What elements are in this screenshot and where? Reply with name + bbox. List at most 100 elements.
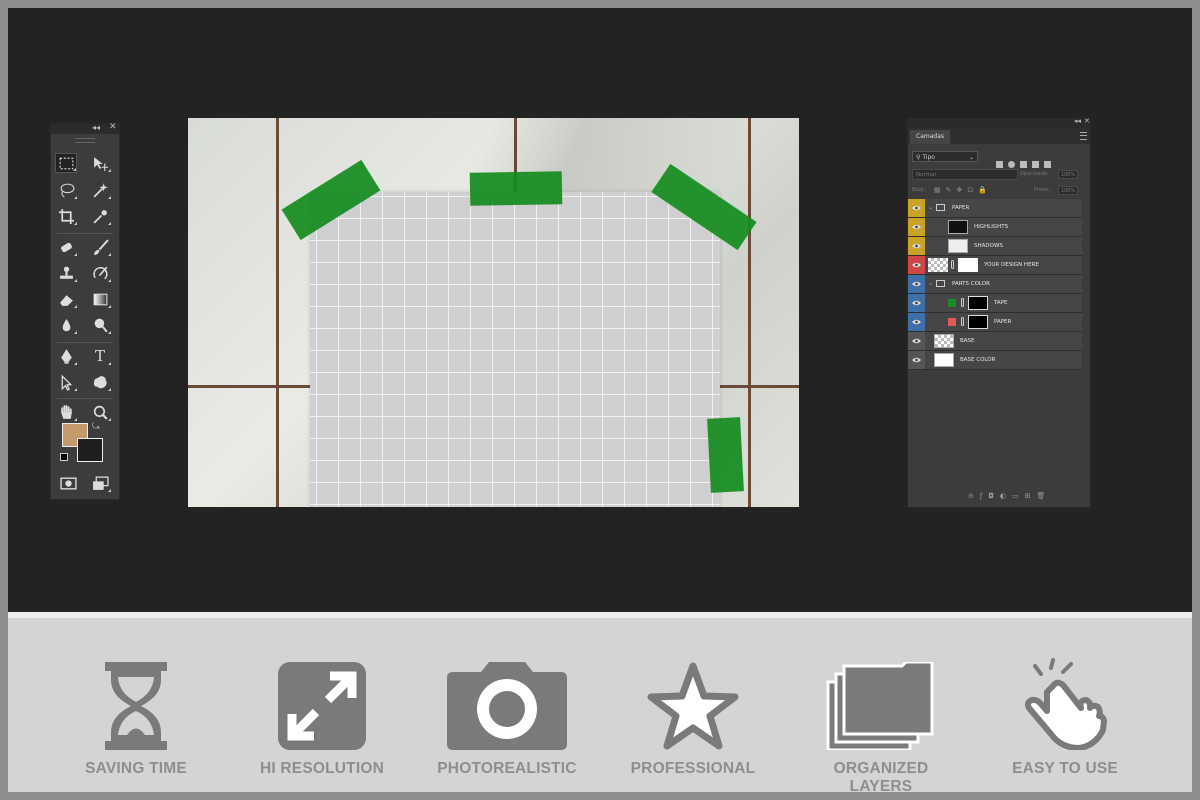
healing-brush-icon bbox=[60, 242, 72, 252]
blend-mode-select[interactable]: Normal bbox=[912, 169, 1018, 180]
collapse-icon[interactable]: ◂◂ bbox=[92, 123, 100, 132]
layer-mask-thumbnail[interactable] bbox=[958, 258, 978, 272]
layer-row[interactable]: TAPE bbox=[908, 294, 1082, 313]
default-colors-icon[interactable] bbox=[60, 453, 68, 461]
tab-layers[interactable]: Camadas bbox=[910, 130, 950, 144]
feature-professional: PROFESSIONAL bbox=[618, 658, 768, 778]
link-icon bbox=[951, 260, 954, 269]
shape-tool[interactable] bbox=[89, 372, 111, 392]
brush-tool[interactable] bbox=[89, 237, 111, 257]
tools-panel: ◂◂ ✕ T ⤿ bbox=[50, 122, 120, 500]
gradient-tool[interactable] bbox=[89, 289, 111, 309]
layer-filter-select[interactable]: ⚲ Tipo ⌄ bbox=[912, 151, 978, 162]
swap-colors-icon[interactable]: ⤿ bbox=[92, 422, 100, 432]
visibility-eye-icon[interactable] bbox=[908, 256, 925, 274]
eraser-tool[interactable] bbox=[55, 289, 77, 309]
background-color-swatch[interactable] bbox=[77, 438, 103, 462]
dodge-tool[interactable] bbox=[89, 315, 111, 335]
path-selection-tool[interactable] bbox=[55, 372, 77, 392]
layer-row[interactable]: BASE bbox=[908, 332, 1082, 351]
healing-brush-tool[interactable] bbox=[55, 237, 77, 257]
layer-mask-thumbnail[interactable] bbox=[968, 296, 988, 310]
eyedropper-tool[interactable] bbox=[89, 206, 111, 226]
layer-thumbnail[interactable] bbox=[934, 353, 954, 367]
layer-name: BASE bbox=[960, 338, 975, 344]
layer-row[interactable]: YOUR DESIGN HERE bbox=[908, 256, 1082, 275]
layer-thumbnail[interactable] bbox=[948, 239, 968, 253]
marquee-tool[interactable] bbox=[55, 153, 77, 173]
chevron-down-icon[interactable]: ⌄ bbox=[928, 199, 933, 217]
feature-label: SAVING TIME bbox=[85, 760, 187, 777]
close-icon[interactable]: ✕ bbox=[109, 122, 117, 132]
layer-row[interactable]: SHADOWS bbox=[908, 237, 1082, 256]
quick-mask-icon bbox=[59, 476, 77, 490]
layer-name: SHADOWS bbox=[974, 243, 1003, 249]
visibility-eye-icon[interactable] bbox=[908, 275, 925, 293]
visibility-eye-icon[interactable] bbox=[908, 218, 925, 236]
path-selection-icon bbox=[61, 374, 72, 391]
type-tool[interactable]: T bbox=[89, 346, 111, 366]
hand-icon bbox=[60, 404, 72, 419]
fill-swatch[interactable] bbox=[948, 318, 956, 326]
lock-icons[interactable]: ▦✎✥⊡🔒 bbox=[934, 186, 992, 194]
hand-tool[interactable] bbox=[55, 402, 77, 422]
star-icon bbox=[647, 662, 739, 750]
quick-mask-button[interactable] bbox=[57, 473, 79, 493]
layer-row[interactable]: ⌄ PAPER bbox=[908, 199, 1082, 218]
visibility-eye-icon[interactable] bbox=[908, 351, 925, 369]
visibility-eye-icon[interactable] bbox=[908, 313, 925, 331]
feature-label: PROFESSIONAL bbox=[630, 760, 756, 777]
layers-panel-titlebar[interactable]: ◂◂ ✕ bbox=[908, 117, 1090, 128]
camera-icon bbox=[447, 662, 567, 750]
pointer-hand-icon bbox=[1025, 658, 1107, 750]
feature-saving-time: SAVING TIME bbox=[61, 658, 211, 778]
layer-row[interactable]: HIGHLIGHTS bbox=[908, 218, 1082, 237]
tape-bottom-right bbox=[707, 417, 744, 493]
visibility-eye-icon[interactable] bbox=[908, 294, 925, 312]
grid-paper-mockup bbox=[310, 192, 720, 507]
layer-thumbnail[interactable] bbox=[934, 334, 954, 348]
panel-menu-icon[interactable] bbox=[1080, 132, 1087, 140]
layer-row[interactable]: BASE COLOR bbox=[908, 351, 1082, 370]
chevron-down-icon[interactable]: ⌄ bbox=[928, 275, 933, 293]
folder-icon bbox=[936, 204, 945, 211]
layer-thumbnail[interactable] bbox=[928, 258, 948, 272]
dodge-icon bbox=[94, 318, 108, 332]
feature-photorealistic: PHOTOREALISTIC bbox=[432, 658, 582, 778]
zoom-tool[interactable] bbox=[89, 402, 111, 422]
close-icon[interactable]: ✕ bbox=[1084, 117, 1090, 125]
pen-tool[interactable] bbox=[55, 346, 77, 366]
history-brush-tool[interactable] bbox=[89, 263, 111, 283]
layer-row[interactable]: PAPER bbox=[908, 313, 1082, 332]
feature-label: PHOTOREALISTIC bbox=[437, 760, 577, 777]
marquee-icon bbox=[59, 157, 73, 169]
history-brush-icon bbox=[92, 266, 108, 279]
visibility-eye-icon[interactable] bbox=[908, 237, 925, 255]
tape-top-center bbox=[469, 171, 563, 206]
visibility-eye-icon[interactable] bbox=[908, 199, 925, 217]
expand-icon bbox=[278, 662, 366, 750]
layer-thumbnail[interactable] bbox=[948, 220, 968, 234]
fill-input[interactable]: 100% bbox=[1058, 186, 1078, 195]
collapse-icon[interactable]: ◂◂ bbox=[1074, 117, 1081, 125]
document-canvas[interactable] bbox=[188, 118, 799, 507]
layer-mask-thumbnail[interactable] bbox=[968, 315, 988, 329]
opacity-input[interactable]: 100% bbox=[1058, 170, 1078, 179]
clone-stamp-tool[interactable] bbox=[55, 263, 77, 283]
visibility-eye-icon[interactable] bbox=[908, 332, 925, 350]
opacity-label: Opacidade: bbox=[1020, 171, 1049, 177]
layers-bottom-toolbar[interactable]: ⊝ƒ◘◐▭⊞🗑 bbox=[968, 492, 1051, 500]
drag-grip[interactable] bbox=[75, 138, 95, 143]
blur-tool[interactable] bbox=[55, 315, 77, 335]
magic-wand-tool[interactable] bbox=[89, 180, 111, 200]
move-tool[interactable] bbox=[89, 153, 111, 173]
lasso-tool[interactable] bbox=[55, 180, 77, 200]
tools-panel-titlebar[interactable]: ◂◂ ✕ bbox=[51, 122, 119, 134]
blur-icon bbox=[62, 318, 70, 331]
layer-name: TAPE bbox=[994, 300, 1008, 306]
fill-swatch[interactable] bbox=[948, 299, 956, 307]
layer-row[interactable]: ⌄ PARTS COLOR bbox=[908, 275, 1082, 294]
screen-mode-button[interactable] bbox=[89, 473, 111, 493]
crop-tool[interactable] bbox=[55, 206, 77, 226]
layers-icon bbox=[826, 662, 934, 750]
